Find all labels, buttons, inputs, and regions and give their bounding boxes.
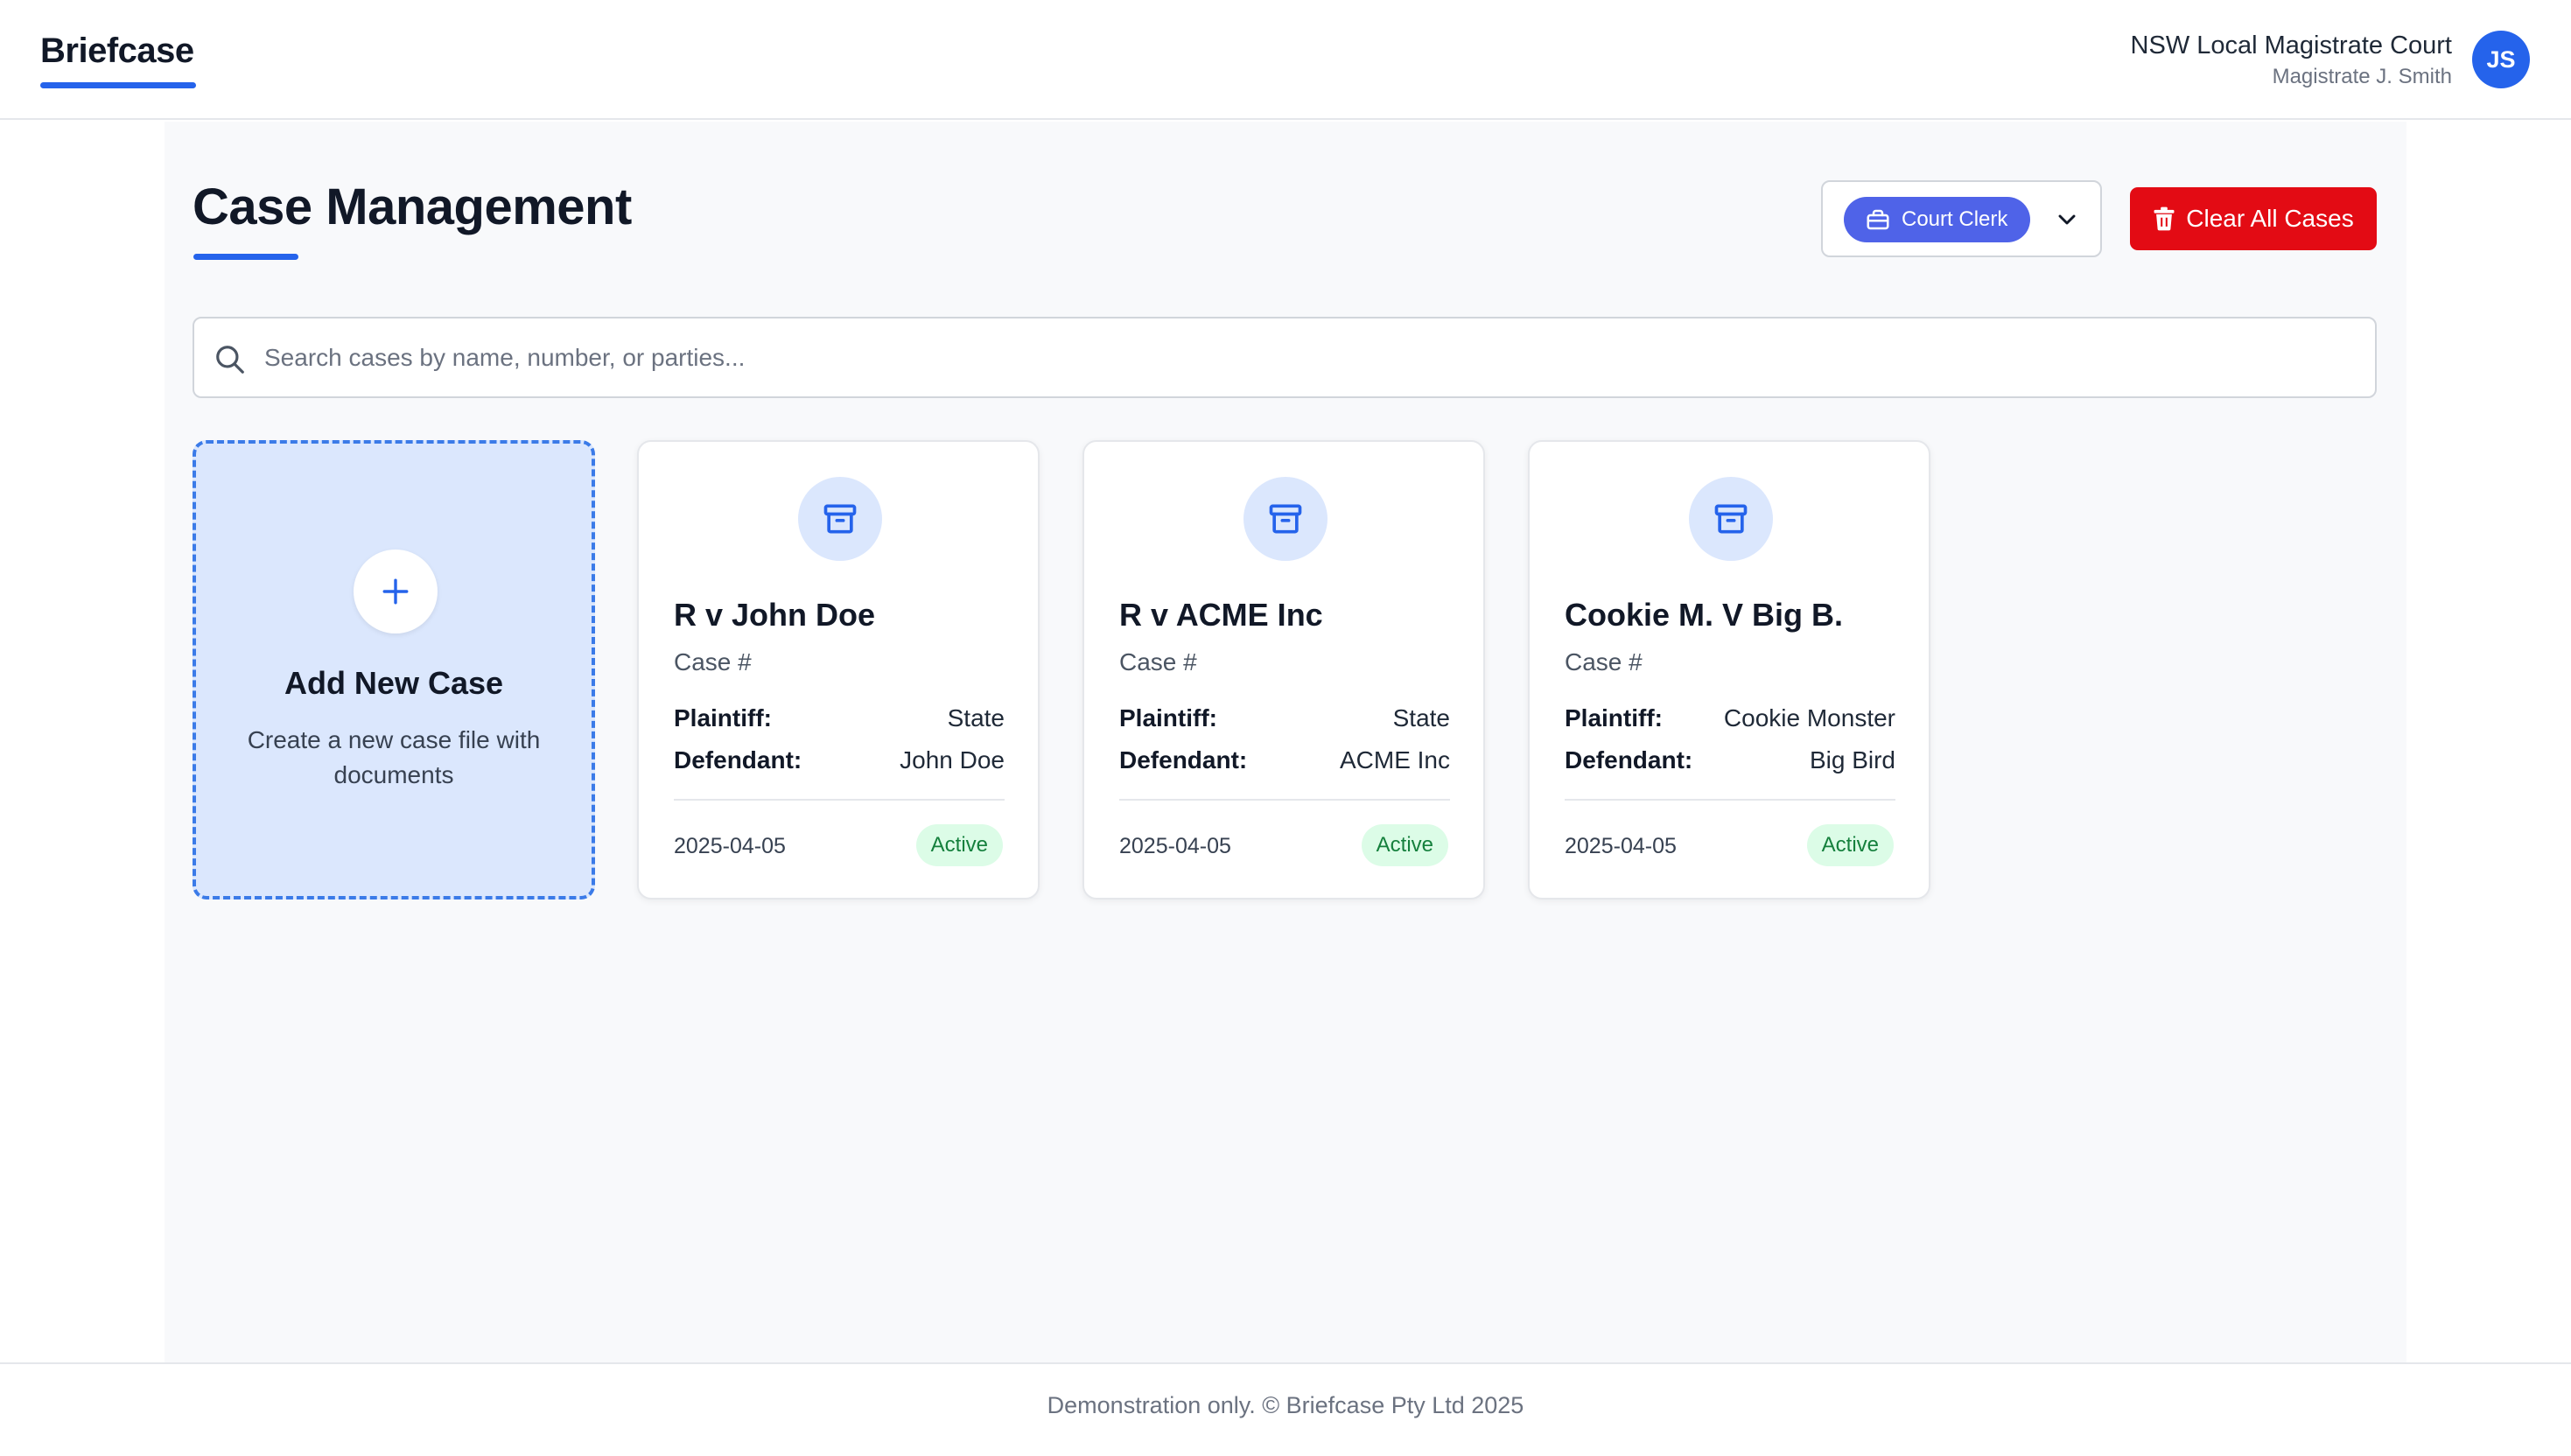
plaintiff-label: Plaintiff: (1119, 704, 1217, 732)
brand-underline (40, 82, 196, 88)
defendant-value: Big Bird (1809, 746, 1895, 774)
case-card[interactable]: R v ACME Inc Case # Plaintiff: State Def… (1082, 440, 1485, 900)
archive-box-icon (823, 504, 857, 534)
plaintiff-label: Plaintiff: (1565, 704, 1663, 732)
case-number: Case # (1119, 648, 1197, 676)
defendant-value: John Doe (900, 746, 1005, 774)
plaintiff-value: State (1392, 704, 1450, 732)
court-name: NSW Local Magistrate Court (2130, 32, 2452, 60)
card-divider (1119, 799, 1450, 801)
clear-all-cases-label: Clear All Cases (2186, 205, 2354, 232)
defendant-label: Defendant: (674, 746, 802, 774)
defendant-row: Defendant: John Doe (674, 746, 1005, 774)
role-label: Court Clerk (1902, 207, 2008, 231)
case-date: 2025-04-05 (1119, 834, 1231, 858)
add-new-case-card[interactable]: Add New Case Create a new case file with… (193, 440, 595, 900)
clear-all-cases-button[interactable]: Clear All Cases (2130, 187, 2377, 250)
defendant-row: Defendant: ACME Inc (1119, 746, 1450, 774)
avatar[interactable]: JS (2472, 31, 2530, 88)
status-badge: Active (1806, 824, 1894, 866)
defendant-value: ACME Inc (1339, 746, 1450, 774)
case-icon-circle (798, 477, 882, 561)
defendant-label: Defendant: (1119, 746, 1248, 774)
status-badge: Active (915, 824, 1003, 866)
archive-box-icon (1269, 504, 1302, 534)
brand-logo-text[interactable]: Briefcase (40, 32, 194, 71)
case-icon-circle (1689, 477, 1773, 561)
archive-box-icon (1714, 504, 1748, 534)
plaintiff-value: Cookie Monster (1723, 704, 1895, 732)
case-title: R v ACME Inc (1119, 597, 1323, 633)
status-badge: Active (1361, 824, 1448, 866)
role-pill: Court Clerk (1844, 197, 2031, 242)
case-icon-circle (1243, 477, 1328, 561)
add-case-circle (354, 550, 438, 634)
chevron-down-icon (2058, 214, 2076, 225)
card-divider (1565, 799, 1895, 801)
plaintiff-value: State (947, 704, 1005, 732)
search-input[interactable] (264, 318, 2347, 396)
plaintiff-row: Plaintiff: State (1119, 704, 1450, 732)
top-header: Briefcase NSW Local Magistrate Court Mag… (0, 0, 2571, 120)
page-title: Case Management (193, 178, 632, 235)
plaintiff-label: Plaintiff: (674, 704, 772, 732)
plaintiff-row: Plaintiff: State (674, 704, 1005, 732)
user-name: Magistrate J. Smith (2272, 65, 2452, 88)
footer: Demonstration only. © Briefcase Pty Ltd … (0, 1362, 2571, 1456)
add-case-title: Add New Case (284, 665, 504, 701)
case-number: Case # (674, 648, 752, 676)
case-card[interactable]: Cookie M. V Big B. Case # Plaintiff: Coo… (1528, 440, 1930, 900)
plaintiff-row: Plaintiff: Cookie Monster (1565, 704, 1895, 732)
search-icon (216, 346, 244, 374)
case-title: R v John Doe (674, 597, 876, 633)
title-underline (193, 254, 298, 260)
plus-icon (382, 578, 409, 605)
card-divider (674, 799, 1005, 801)
main-content: Case Management Court Clerk Clear All Ca… (165, 122, 2406, 1362)
court-info: NSW Local Magistrate Court Magistrate J.… (2131, 28, 2452, 91)
case-date: 2025-04-05 (1565, 834, 1677, 858)
trash-icon (2154, 206, 2175, 231)
defendant-label: Defendant: (1565, 746, 1693, 774)
search-bar (193, 317, 2377, 398)
defendant-row: Defendant: Big Bird (1565, 746, 1895, 774)
case-title: Cookie M. V Big B. (1565, 597, 1844, 633)
footer-text: Demonstration only. © Briefcase Pty Ltd … (1047, 1392, 1524, 1418)
briefcase-icon (1867, 209, 1889, 230)
role-select[interactable]: Court Clerk (1821, 180, 2102, 257)
add-case-description: Create a new case file with documents (247, 726, 541, 788)
case-card[interactable]: R v John Doe Case # Plaintiff: State Def… (637, 440, 1040, 900)
case-date: 2025-04-05 (674, 834, 786, 858)
case-number: Case # (1565, 648, 1643, 676)
